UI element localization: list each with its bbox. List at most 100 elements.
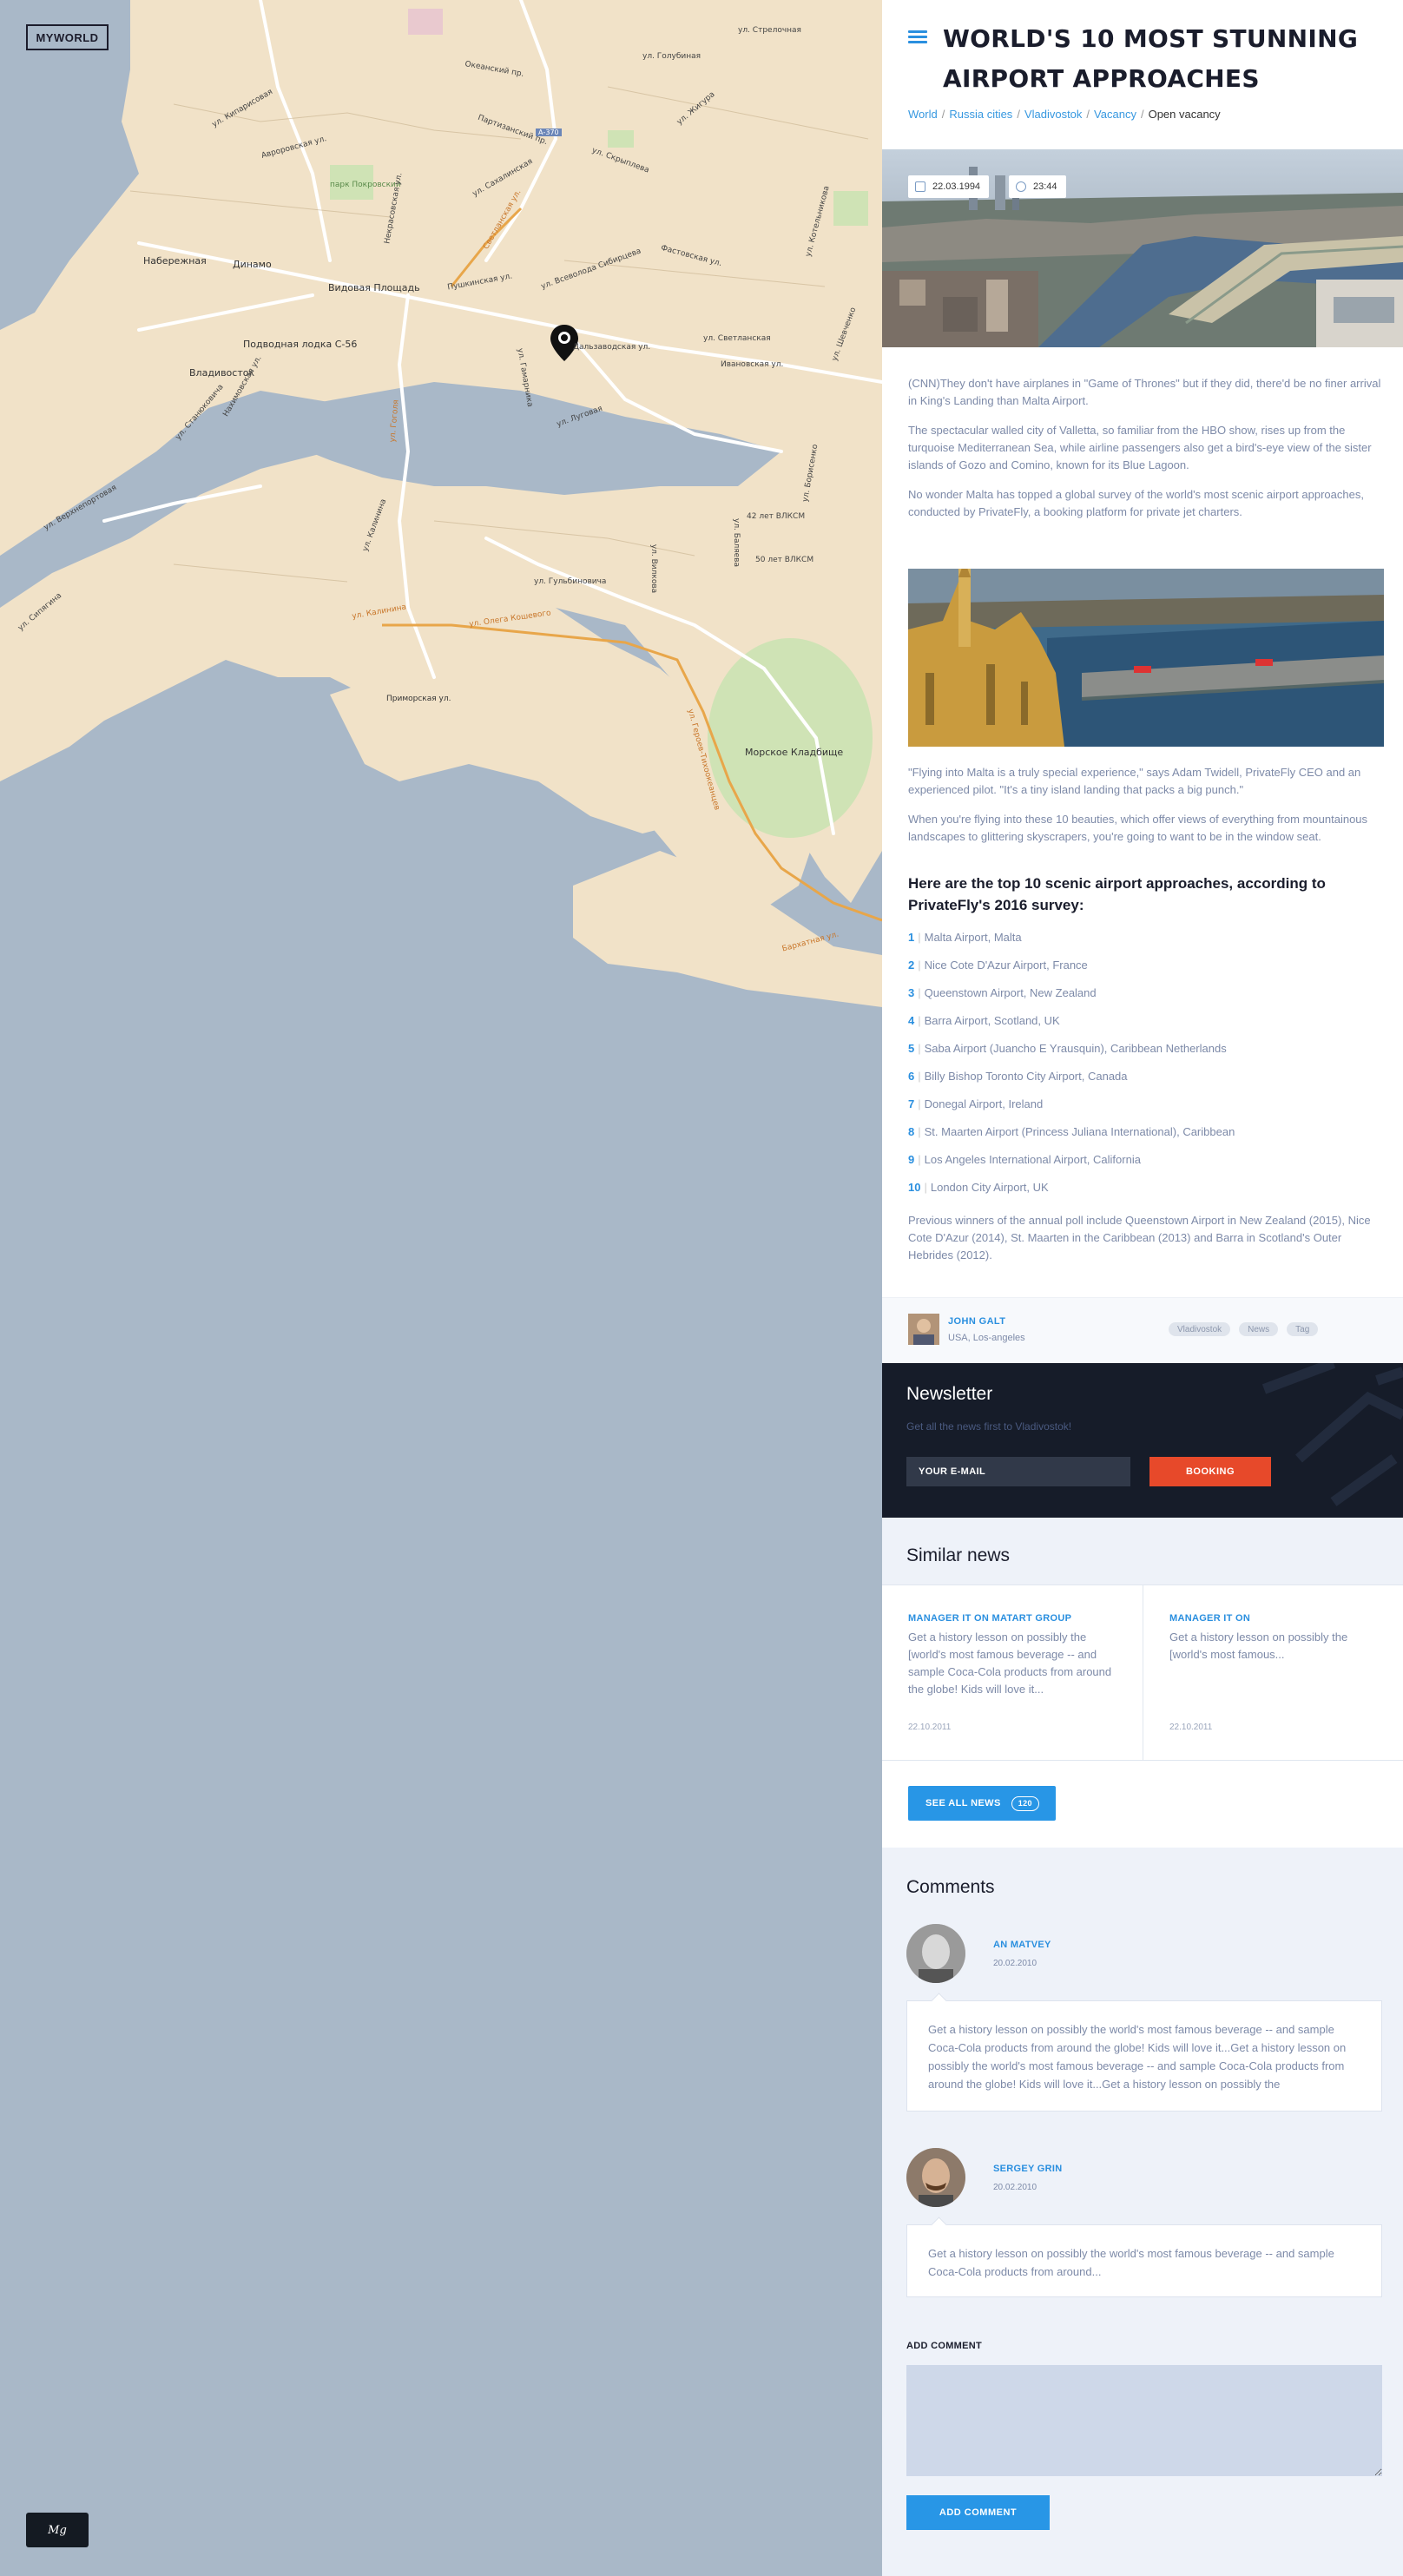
article-header: WORLD'S 10 MOST STUNNING AIRPORT APPROAC… bbox=[882, 0, 1403, 149]
booking-button[interactable]: BOOKING bbox=[1149, 1457, 1271, 1486]
news-count-badge: 120 bbox=[1011, 1795, 1039, 1811]
hero-date: 22.03.1994 bbox=[932, 181, 981, 192]
news-card-body: Get a history lesson on possibly the [wo… bbox=[1169, 1631, 1348, 1661]
map-label: Приморская ул. bbox=[386, 695, 451, 703]
comment-author[interactable]: SERGEY GRIN bbox=[993, 2164, 1063, 2174]
westminster-photo bbox=[908, 569, 1384, 747]
list-item: 3 | Queenstown Airport, New Zealand bbox=[908, 986, 1097, 999]
map-street: ул. Гульбиновича bbox=[534, 577, 607, 586]
calendar-icon bbox=[915, 181, 925, 192]
author-bar: JOHN GALT USA, Los-angeles Vladivostok N… bbox=[882, 1297, 1403, 1363]
map-label: парк Покровский bbox=[330, 181, 401, 189]
comment-text: Get a history lesson on possibly the wor… bbox=[906, 2000, 1382, 2112]
avatar[interactable] bbox=[908, 1314, 939, 1345]
comment-author[interactable]: AN MATVEY bbox=[993, 1940, 1051, 1950]
similar-header: Similar news bbox=[882, 1518, 1403, 1585]
list-item: 6 | Billy Bishop Toronto City Airport, Can… bbox=[908, 1070, 1128, 1083]
list-item: 7 | Donegal Airport, Ireland bbox=[908, 1097, 1044, 1110]
breadcrumb-vladivostok[interactable]: Vladivostok bbox=[1024, 108, 1082, 121]
article-body-2: "Flying into Malta is a truly special ex… bbox=[908, 764, 1384, 858]
comment-date: 20.02.2010 bbox=[993, 2183, 1037, 2192]
news-card[interactable]: MANAGER IT ON MATART GROUP Get a history… bbox=[882, 1585, 1143, 1760]
newsletter: Newsletter Get all the news first to Vla… bbox=[882, 1363, 1403, 1518]
news-card-date: 22.10.2011 bbox=[1169, 1723, 1213, 1732]
tag[interactable]: Tag bbox=[1287, 1322, 1319, 1336]
comment-date: 20.02.2010 bbox=[993, 1959, 1037, 1968]
list-heading: Here are the top 10 scenic airport appro… bbox=[908, 875, 1326, 913]
tag[interactable]: News bbox=[1239, 1322, 1279, 1336]
time-chip: 23:44 bbox=[1009, 175, 1066, 198]
article-panel: WORLD'S 10 MOST STUNNING AIRPORT APPROAC… bbox=[882, 0, 1403, 2576]
email-field[interactable] bbox=[906, 1457, 1130, 1486]
map-street: ул. Голубиная bbox=[642, 52, 702, 61]
breadcrumb-world[interactable]: World bbox=[908, 108, 938, 121]
comments-title: Comments bbox=[906, 1877, 995, 1897]
author-name[interactable]: JOHN GALT bbox=[948, 1316, 1005, 1327]
list-item: 2 | Nice Cote D'Azur Airport, France bbox=[908, 959, 1088, 972]
add-comment-button[interactable]: ADD COMMENT bbox=[906, 2495, 1050, 2530]
map-street: ул. Вилкова bbox=[649, 544, 659, 594]
article-paragraph: When you're flying into these 10 beautie… bbox=[908, 813, 1368, 843]
site-logo[interactable]: MYWORLD bbox=[26, 24, 109, 50]
news-card-title[interactable]: MANAGER IT ON MATART GROUP bbox=[908, 1613, 1118, 1624]
article-paragraph: No wonder Malta has topped a global surv… bbox=[908, 488, 1364, 518]
map-street: 42 лет ВЛКСМ bbox=[747, 512, 806, 521]
menu-icon[interactable] bbox=[908, 30, 927, 44]
airport-list: 1 | Malta Airport, Malta 2 | Nice Cote D'Azu… bbox=[908, 931, 1384, 1209]
news-card-title[interactable]: MANAGER IT ON bbox=[1169, 1613, 1379, 1624]
article-paragraph: The spectacular walled city of Valletta,… bbox=[908, 424, 1372, 471]
map-label: Динамо bbox=[233, 259, 272, 270]
list-item: 8 | St. Maarten Airport (Princess Juliana … bbox=[908, 1125, 1235, 1138]
breadcrumb-russia-cities[interactable]: Russia cities bbox=[949, 108, 1012, 121]
page-title: WORLD'S 10 MOST STUNNING AIRPORT APPROAC… bbox=[943, 24, 1359, 93]
clock-icon bbox=[1016, 181, 1026, 192]
author-location: USA, Los-angeles bbox=[948, 1333, 1025, 1343]
comment-input[interactable] bbox=[906, 2365, 1382, 2476]
list-item: 1 | Malta Airport, Malta bbox=[908, 931, 1022, 944]
tag-list: Vladivostok News Tag bbox=[1169, 1322, 1319, 1336]
similar-title: Similar news bbox=[906, 1545, 1011, 1565]
add-comment-label: ADD COMMENT bbox=[906, 2341, 983, 2351]
article-image bbox=[908, 569, 1384, 747]
comment-text: Get a history lesson on possibly the wor… bbox=[906, 2224, 1382, 2297]
breadcrumb: World / Russia cities / Vladivostok / Vacancy /… bbox=[908, 108, 1221, 121]
list-item: 9 | Los Angeles International Airport, Cal… bbox=[908, 1153, 1141, 1166]
map[interactable]: Набережная Динамо Видовая Площадь Подвод… bbox=[0, 0, 882, 2576]
news-card-body: Get a history lesson on possibly the [wo… bbox=[908, 1631, 1112, 1696]
brand-badge[interactable]: Mg bbox=[26, 2513, 89, 2547]
map-street: ул. Баляева bbox=[732, 517, 741, 568]
map-street: ул. Светланская bbox=[703, 334, 771, 343]
avatar[interactable] bbox=[906, 2148, 965, 2207]
newsletter-subtitle: Get all the news first to Vladivostok! bbox=[906, 1420, 1072, 1433]
list-item: 10 | London City Airport, UK bbox=[908, 1181, 1049, 1194]
tag[interactable]: Vladivostok bbox=[1169, 1322, 1231, 1336]
breadcrumb-vacancy[interactable]: Vacancy bbox=[1094, 108, 1136, 121]
map-street: Дальзаводская ул. bbox=[573, 343, 651, 352]
list-item: 5 | Saba Airport (Juancho E Yrausquin), Ca… bbox=[908, 1042, 1227, 1055]
comments-section: Comments AN MATVEY 20.02.2010 Get a hist… bbox=[882, 1848, 1403, 2576]
similar-news: Similar news MANAGER IT ON MATART GROUP … bbox=[882, 1518, 1403, 1762]
article-paragraph: Previous winners of the annual poll incl… bbox=[908, 1214, 1371, 1262]
avatar[interactable] bbox=[906, 1924, 965, 1983]
see-all-news-button[interactable]: SEE ALL NEWS 120 bbox=[908, 1786, 1056, 1821]
breadcrumb-current: Open vacancy bbox=[1148, 108, 1221, 121]
news-card-date: 22.10.2011 bbox=[908, 1723, 952, 1732]
map-label: Видовая Площадь bbox=[328, 282, 420, 293]
map-label: Подводная лодка С-56 bbox=[243, 339, 358, 350]
map-street: 50 лет ВЛКСМ bbox=[755, 556, 814, 564]
map-label: Морское Кладбище bbox=[745, 747, 844, 758]
article-paragraph: (CNN)They don't have airplanes in "Game … bbox=[908, 377, 1381, 407]
hero-image: 22.03.1994 23:44 bbox=[882, 149, 1403, 347]
similar-cards: MANAGER IT ON MATART GROUP Get a history… bbox=[882, 1585, 1403, 1761]
map-canvas bbox=[0, 0, 882, 2576]
newsletter-title: Newsletter bbox=[906, 1384, 993, 1404]
map-label: Набережная bbox=[143, 255, 207, 267]
see-all-label: SEE ALL NEWS bbox=[925, 1798, 1001, 1808]
date-chip: 22.03.1994 bbox=[908, 175, 990, 198]
list-item: 4 | Barra Airport, Scotland, UK bbox=[908, 1014, 1060, 1027]
map-street: Ивановская ул. bbox=[721, 360, 784, 369]
news-card[interactable]: MANAGER IT ON Get a history lesson on po… bbox=[1143, 1585, 1403, 1760]
map-street: ул. Стрелочная bbox=[738, 26, 801, 35]
hero-time: 23:44 bbox=[1033, 181, 1057, 192]
article-body: (CNN)They don't have airplanes in "Game … bbox=[908, 375, 1384, 533]
